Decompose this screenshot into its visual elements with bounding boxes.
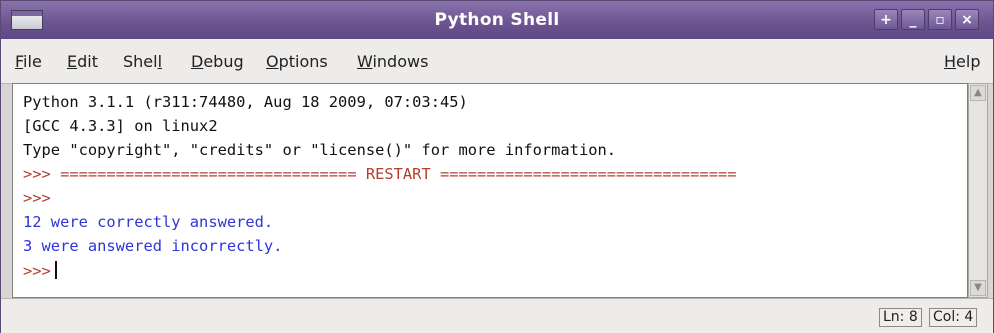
- minimize-button[interactable]: _: [901, 9, 925, 30]
- banner-line: Type "copyright", "credits" or "license(…: [23, 141, 617, 159]
- shell-text-area[interactable]: Python 3.1.1 (r311:74480, Aug 18 2009, 0…: [12, 83, 968, 298]
- maximize-icon: ▫: [935, 11, 945, 28]
- output-line: 3 were answered incorrectly.: [23, 237, 283, 255]
- close-icon: ×: [961, 11, 973, 28]
- scroll-down-icon[interactable]: ▼: [970, 280, 986, 296]
- restart-marker: ================================ RESTART…: [50, 165, 737, 183]
- vertical-scrollbar[interactable]: ▲ ▼: [968, 83, 988, 298]
- menu-edit[interactable]: Edit: [67, 52, 98, 71]
- prompt-line: >>>: [23, 189, 51, 207]
- menu-file[interactable]: File: [15, 52, 42, 71]
- prompt: >>>: [23, 165, 51, 183]
- menu-bar: File Edit Shell Debug Options Windows He…: [1, 39, 993, 84]
- menu-debug[interactable]: Debug: [191, 52, 244, 71]
- menu-shell[interactable]: Shell: [123, 52, 162, 71]
- prompt: >>>: [23, 262, 51, 280]
- menu-help[interactable]: Help: [944, 52, 980, 71]
- python-shell-window: Python Shell + _ ▫ × File Edit Shell Deb…: [0, 0, 994, 333]
- menu-options[interactable]: Options: [266, 52, 328, 71]
- restart-line: >>> ================================ RES…: [23, 165, 737, 183]
- text-cursor: [54, 261, 57, 279]
- maximize-button[interactable]: ▫: [928, 9, 952, 30]
- scroll-up-icon[interactable]: ▲: [970, 85, 986, 101]
- banner-line: [GCC 4.3.3] on linux2: [23, 117, 218, 135]
- minimize-icon: _: [909, 11, 917, 28]
- status-bar: Ln: 8 Col: 4: [1, 298, 993, 333]
- title-bar[interactable]: Python Shell + _ ▫ ×: [1, 1, 993, 39]
- menu-windows[interactable]: Windows: [357, 52, 428, 71]
- banner-line: Python 3.1.1 (r311:74480, Aug 18 2009, 0…: [23, 93, 468, 111]
- pin-button[interactable]: +: [874, 9, 898, 30]
- input-line: >>>: [23, 261, 57, 280]
- window-title: Python Shell: [434, 10, 560, 30]
- output-line: 12 were correctly answered.: [23, 213, 274, 231]
- column-number: Col: 4: [929, 308, 978, 327]
- prompt: >>>: [23, 189, 51, 207]
- line-number: Ln: 8: [879, 308, 922, 327]
- close-button[interactable]: ×: [955, 9, 979, 30]
- up-arrow-icon: +: [880, 11, 892, 28]
